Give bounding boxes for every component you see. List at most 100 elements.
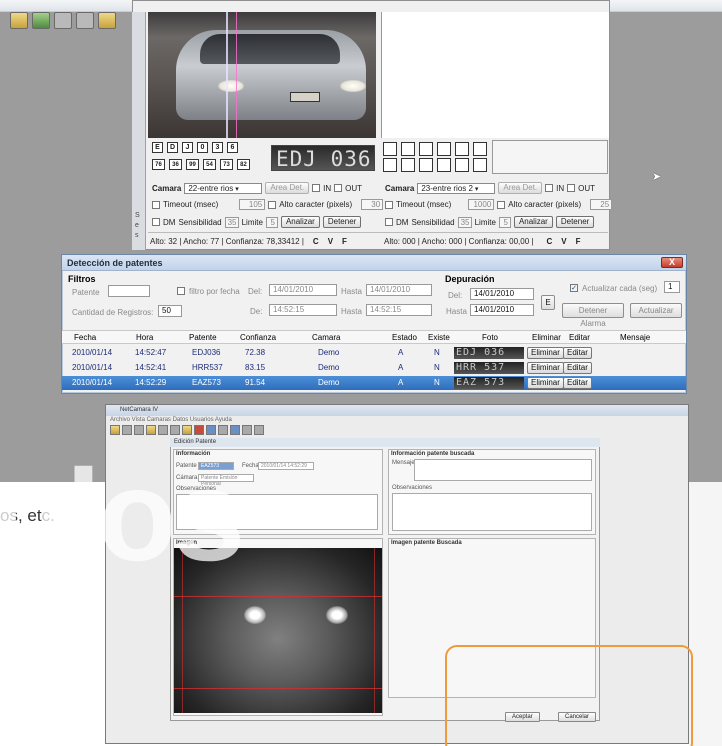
score-cell: 73 [220, 159, 233, 170]
col-foto[interactable]: Foto [482, 331, 498, 345]
col-confianza[interactable]: Confianza [240, 331, 276, 345]
close-button[interactable]: X [661, 257, 683, 268]
de-time-input[interactable]: 14:52:15 [269, 304, 337, 316]
actualizar-button[interactable]: Actualizar [630, 303, 682, 318]
timeout-input[interactable]: 105 [239, 199, 266, 210]
col-fecha[interactable]: Fecha [74, 331, 96, 345]
analizar-button[interactable]: Analizar [280, 216, 320, 228]
out-checkbox[interactable] [567, 184, 576, 192]
limite-input[interactable]: 5 [265, 216, 278, 228]
col-camara[interactable]: Camara [312, 331, 340, 345]
camera-right-row2: Timeout (msec) 1000 Alto caracter (pixel… [385, 199, 613, 210]
actualizar-seconds-input[interactable]: 1 [664, 281, 680, 293]
obs-right-input[interactable] [392, 493, 592, 531]
in-checkbox[interactable] [545, 184, 554, 192]
dm-checkbox[interactable] [385, 218, 393, 226]
cell-confianza: 72.38 [245, 348, 266, 357]
camera-right-row1: Camara 23-entre rios 2 Area Det. IN OUT [385, 182, 595, 194]
list-icon[interactable] [170, 425, 180, 435]
col-mensaje[interactable]: Mensaje [620, 331, 650, 345]
de-label: De: [250, 307, 263, 316]
alert-icon[interactable] [194, 425, 204, 435]
timeout-checkbox[interactable] [152, 200, 160, 209]
table-row-selected[interactable]: 2010/01/14 14:52:29 EAZ573 91.54 Demo A … [62, 376, 686, 390]
filtro-fecha-label[interactable]: filtro por fecha [177, 287, 240, 296]
folder-icon[interactable] [110, 425, 120, 435]
out-checkbox[interactable] [334, 184, 343, 192]
info-icon[interactable] [206, 425, 216, 435]
patente-input[interactable] [108, 285, 150, 297]
refresh-icon[interactable] [32, 12, 50, 29]
list-icon[interactable] [158, 425, 168, 435]
sensibilidad-input[interactable]: 35 [457, 216, 472, 228]
dm-checkbox[interactable] [152, 218, 160, 226]
car-windshield [200, 34, 340, 64]
mensaje-input[interactable] [414, 459, 592, 481]
alto-input[interactable]: 25 [590, 199, 613, 210]
col-eliminar[interactable]: Eliminar [532, 331, 561, 345]
dep-del-input[interactable]: 14/01/2010 [470, 288, 534, 300]
detener-button[interactable]: Detener [322, 216, 362, 228]
detener-button[interactable]: Detener [555, 216, 595, 228]
exit-icon[interactable] [254, 425, 264, 435]
alto-input[interactable]: 30 [361, 199, 384, 210]
table-row[interactable]: 2010/01/14 14:52:47 EDJ036 72.38 Demo A … [62, 346, 686, 360]
alto-checkbox[interactable] [268, 200, 277, 209]
score-grid: 76 36 99 54 73 82 [152, 159, 252, 170]
detener-alarma-button[interactable]: Detener Alarma [562, 303, 624, 328]
filtro-fecha-checkbox[interactable] [177, 287, 185, 295]
limite-input[interactable]: 5 [498, 216, 511, 228]
grid-icon[interactable] [54, 12, 72, 29]
window-icon[interactable] [76, 12, 94, 29]
cell-hora: 14:52:47 [135, 348, 167, 357]
timeout-checkbox[interactable] [385, 200, 393, 209]
folder-icon[interactable] [10, 12, 28, 29]
area-det-button[interactable]: Area Det. [498, 182, 543, 194]
users-icon[interactable] [182, 425, 192, 435]
actualizar-cada-label[interactable]: Actualizar cada (seg) [570, 284, 657, 293]
grid-icon[interactable] [122, 425, 132, 435]
hasta-time-input[interactable]: 14:52:15 [366, 304, 432, 316]
camera-icon[interactable] [98, 12, 116, 29]
editar-button[interactable]: Editar [563, 347, 592, 359]
window-icon[interactable] [134, 425, 144, 435]
col-patente[interactable]: Patente [189, 331, 217, 345]
col-hora[interactable]: Hora [136, 331, 153, 345]
cantidad-input[interactable]: 50 [158, 305, 182, 317]
hasta-date-input[interactable]: 14/01/2010 [366, 284, 432, 296]
limite-label: Limite [241, 217, 263, 227]
sensibilidad-input[interactable]: 35 [224, 216, 239, 228]
monitor-icon[interactable] [230, 425, 240, 435]
table-row[interactable]: 2010/01/14 14:52:41 HRR537 83.15 Demo A … [62, 361, 686, 375]
alto-checkbox[interactable] [497, 200, 506, 209]
alto-label: Alto caracter (pixels) [508, 200, 582, 209]
limite-label: Limite [474, 217, 496, 227]
editar-button[interactable]: Editar [563, 377, 592, 389]
camera-select[interactable]: 23-entre rios 2 [417, 182, 496, 194]
col-estado[interactable]: Estado [392, 331, 417, 345]
actualizar-cada-checkbox[interactable] [570, 284, 578, 292]
camera-icon[interactable] [146, 425, 156, 435]
timeout-input[interactable]: 1000 [468, 199, 495, 210]
dep-hasta-input[interactable]: 14/01/2010 [470, 304, 534, 316]
eliminar-button[interactable]: Eliminar [527, 347, 564, 359]
e-button[interactable]: E [541, 295, 555, 310]
eliminar-button[interactable]: Eliminar [527, 362, 564, 374]
car-headlight-right [340, 80, 366, 92]
char-grid: E D J 0 3 6 [152, 142, 240, 153]
in-checkbox[interactable] [312, 184, 321, 192]
status-text: Alto: 000 | Ancho: 000 | Confianza: 00,0… [384, 237, 534, 246]
settings-icon[interactable] [218, 425, 228, 435]
netcamara-menu[interactable]: Archivo Vista Camaras Datos Usuarios Ayu… [106, 416, 688, 425]
analizar-button[interactable]: Analizar [513, 216, 553, 228]
eliminar-button[interactable]: Eliminar [527, 377, 564, 389]
area-det-button[interactable]: Area Det. [265, 182, 310, 194]
editar-button[interactable]: Editar [563, 362, 592, 374]
col-editar[interactable]: Editar [569, 331, 590, 345]
cell-existe: N [434, 348, 440, 357]
col-existe[interactable]: Existe [428, 331, 450, 345]
print-icon[interactable] [242, 425, 252, 435]
camera-left-row3: DM Sensibilidad 35 Limite 5 Analizar Det… [152, 216, 362, 228]
del-date-input[interactable]: 14/01/2010 [269, 284, 337, 296]
camera-select[interactable]: 22-entre rios [184, 182, 263, 194]
